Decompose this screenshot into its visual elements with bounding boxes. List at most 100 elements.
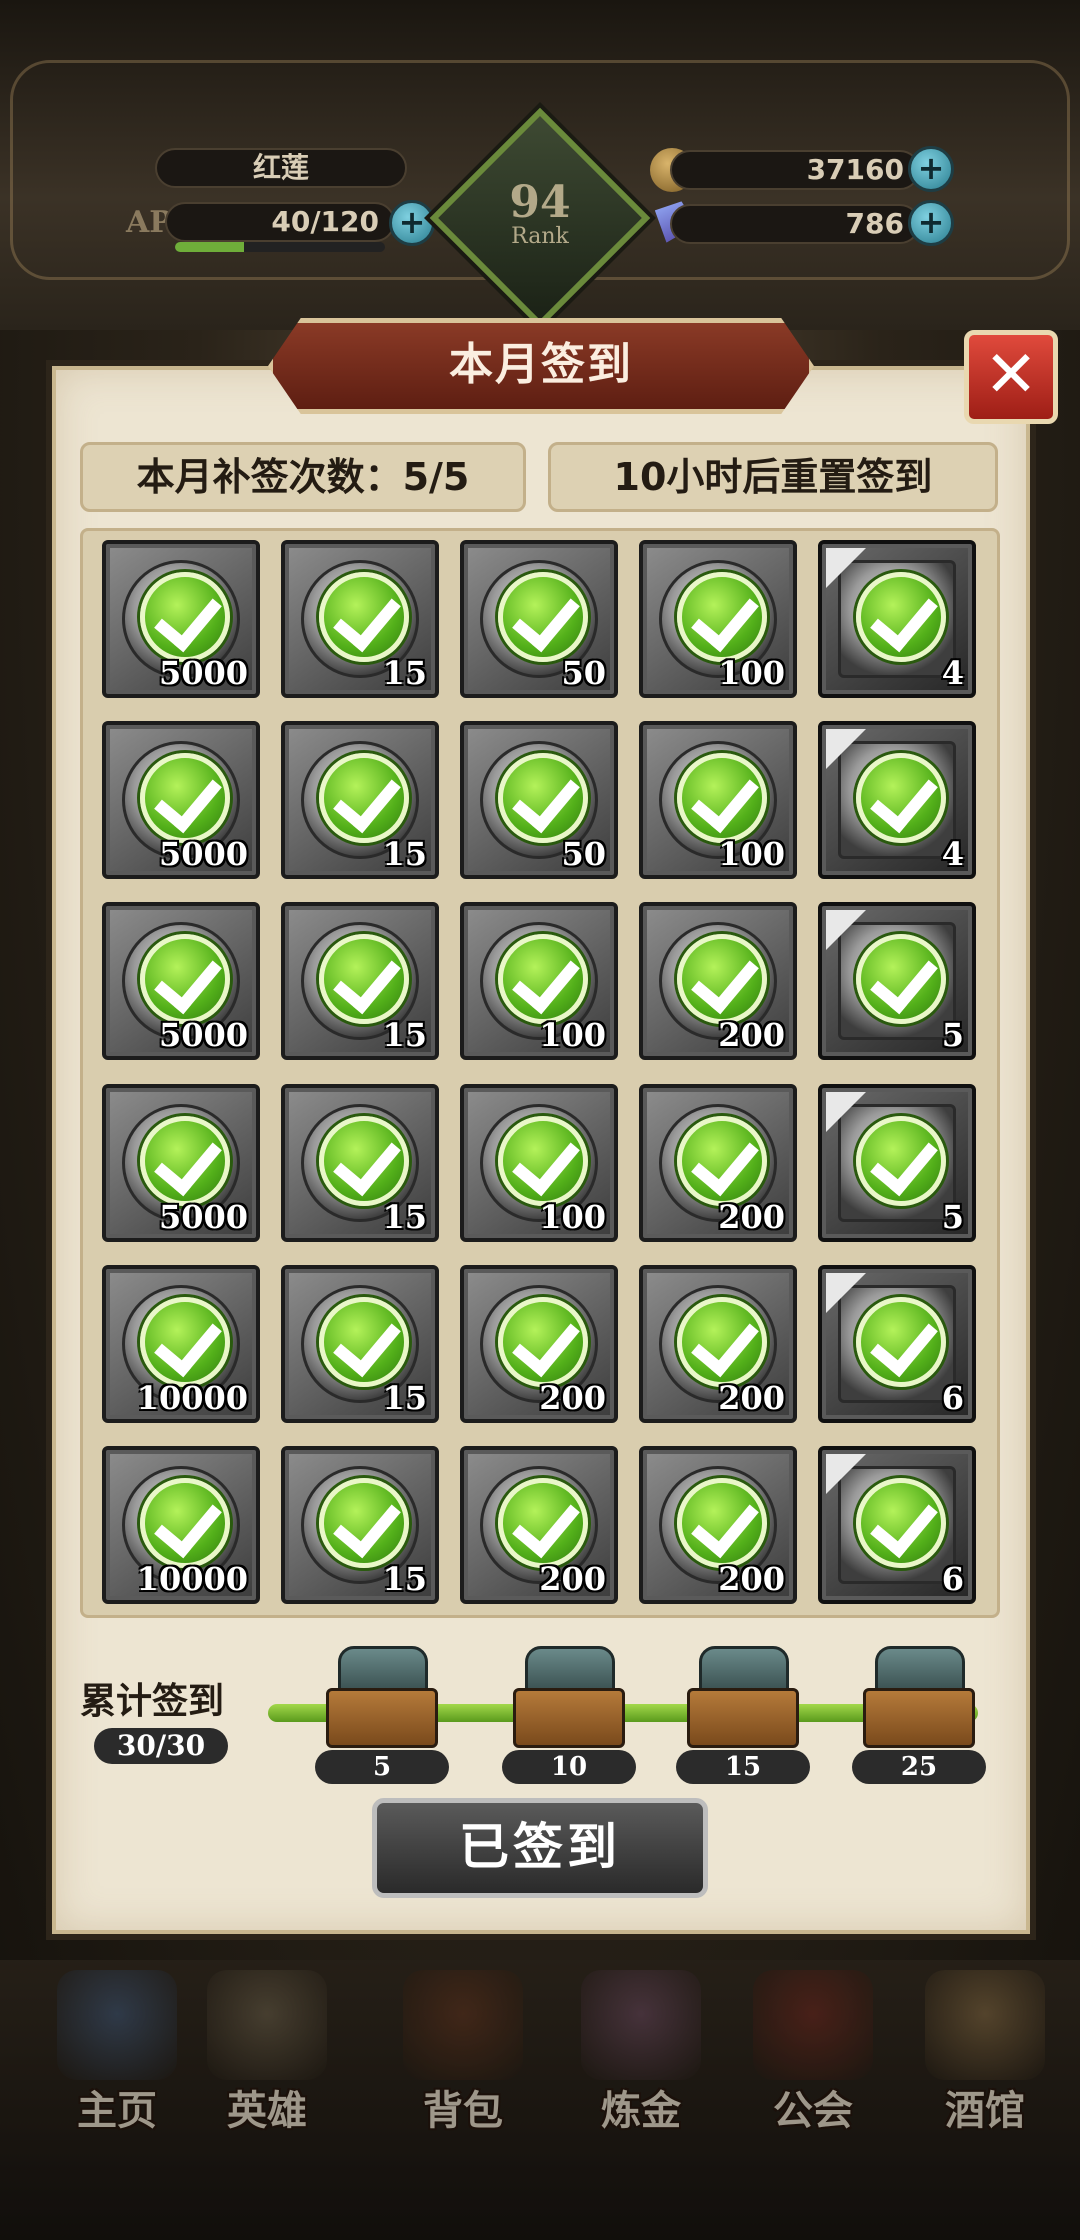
reset-timer-box: 10小时后重置签到 bbox=[548, 442, 998, 512]
reward-quantity: 100 bbox=[539, 1016, 606, 1054]
reward-cell[interactable]: 200 bbox=[639, 1084, 797, 1242]
checkmark-icon bbox=[677, 934, 767, 1024]
reward-quantity: 6 bbox=[941, 1379, 964, 1417]
reward-quantity: 5000 bbox=[158, 835, 248, 873]
reward-quantity: 15 bbox=[382, 1198, 427, 1236]
reward-quantity: 5000 bbox=[158, 1016, 248, 1054]
reward-quantity: 15 bbox=[382, 835, 427, 873]
chest-lid bbox=[875, 1646, 965, 1694]
checkmark-icon bbox=[140, 753, 230, 843]
reward-cell[interactable]: 200 bbox=[639, 1446, 797, 1604]
reward-quantity: 50 bbox=[561, 835, 606, 873]
reward-quantity: 5000 bbox=[158, 1198, 248, 1236]
reward-cell-fragment[interactable]: 5 bbox=[818, 1084, 976, 1242]
chest-body bbox=[326, 1688, 438, 1748]
checkmark-icon bbox=[498, 934, 588, 1024]
checkmark-icon bbox=[140, 934, 230, 1024]
reward-cell[interactable]: 5000 bbox=[102, 540, 260, 698]
reward-quantity: 5 bbox=[941, 1016, 964, 1054]
reward-cell[interactable]: 5000 bbox=[102, 902, 260, 1060]
reward-cell[interactable]: 200 bbox=[460, 1265, 618, 1423]
reward-cell[interactable]: 100 bbox=[460, 902, 618, 1060]
chest-body bbox=[513, 1688, 625, 1748]
reward-quantity: 100 bbox=[539, 1198, 606, 1236]
reward-quantity: 5 bbox=[941, 1198, 964, 1236]
modal-dim-overlay bbox=[0, 1960, 1080, 2240]
reward-cell[interactable]: 100 bbox=[639, 721, 797, 879]
checkmark-icon bbox=[319, 934, 409, 1024]
reward-cell[interactable]: 15 bbox=[281, 902, 439, 1060]
reward-cell[interactable]: 15 bbox=[281, 721, 439, 879]
reward-cell-fragment[interactable]: 4 bbox=[818, 721, 976, 879]
rank-number: 94 bbox=[509, 177, 571, 228]
reward-cell[interactable]: 5000 bbox=[102, 1084, 260, 1242]
reward-cell[interactable]: 15 bbox=[281, 540, 439, 698]
reward-cell[interactable]: 200 bbox=[639, 1265, 797, 1423]
reward-cell[interactable]: 200 bbox=[639, 902, 797, 1060]
chest-lid bbox=[338, 1646, 428, 1694]
reward-quantity: 4 bbox=[941, 835, 964, 873]
ap-bar bbox=[175, 242, 385, 252]
rank-text: 94 Rank bbox=[462, 180, 618, 248]
checkmark-icon bbox=[319, 1478, 409, 1568]
treasure-chest-icon[interactable] bbox=[326, 1646, 438, 1748]
reward-cell[interactable]: 50 bbox=[460, 721, 618, 879]
gold-value: 37160 bbox=[806, 153, 904, 186]
milestone-label: 25 bbox=[852, 1750, 986, 1784]
reward-quantity: 5000 bbox=[158, 654, 248, 692]
dialog-title: 本月签到 bbox=[268, 318, 814, 414]
close-button[interactable]: ✕ bbox=[964, 330, 1058, 424]
reward-cell[interactable]: 15 bbox=[281, 1446, 439, 1604]
checkmark-icon bbox=[140, 1297, 230, 1387]
treasure-chest-icon[interactable] bbox=[513, 1646, 625, 1748]
reward-cell[interactable]: 100 bbox=[639, 540, 797, 698]
reward-cell-fragment[interactable]: 5 bbox=[818, 902, 976, 1060]
ap-bar-fill bbox=[175, 242, 245, 252]
reward-quantity: 200 bbox=[718, 1016, 785, 1054]
makeup-count-text: 本月补签次数：5/5 bbox=[136, 455, 470, 499]
reward-quantity: 200 bbox=[539, 1379, 606, 1417]
cumulative-count: 30/30 bbox=[94, 1728, 228, 1764]
signed-button[interactable]: 已签到 bbox=[372, 1798, 708, 1898]
treasure-chest-icon[interactable] bbox=[863, 1646, 975, 1748]
checkmark-icon bbox=[856, 1478, 946, 1568]
checkmark-icon bbox=[498, 753, 588, 843]
reset-timer-text: 10小时后重置签到 bbox=[613, 455, 933, 499]
chest-lid bbox=[525, 1646, 615, 1694]
reward-quantity: 15 bbox=[382, 1016, 427, 1054]
reward-cell[interactable]: 10000 bbox=[102, 1446, 260, 1604]
reward-cell[interactable]: 100 bbox=[460, 1084, 618, 1242]
gold-plus-button[interactable]: + bbox=[908, 146, 954, 192]
checkmark-icon bbox=[319, 1116, 409, 1206]
reward-cell-fragment[interactable]: 6 bbox=[818, 1265, 976, 1423]
reward-cell[interactable]: 50 bbox=[460, 540, 618, 698]
gold-field: 37160 bbox=[670, 150, 920, 190]
reward-cell[interactable]: 5000 bbox=[102, 721, 260, 879]
chest-body bbox=[863, 1688, 975, 1748]
reward-cell-fragment[interactable]: 4 bbox=[818, 540, 976, 698]
reward-quantity: 100 bbox=[718, 835, 785, 873]
reward-cell-fragment[interactable]: 6 bbox=[818, 1446, 976, 1604]
reward-cell[interactable]: 15 bbox=[281, 1265, 439, 1423]
player-name-field: 红莲 bbox=[155, 148, 407, 188]
checkmark-icon bbox=[319, 753, 409, 843]
treasure-chest-icon[interactable] bbox=[687, 1646, 799, 1748]
checkmark-icon bbox=[856, 1297, 946, 1387]
reward-cell[interactable]: 15 bbox=[281, 1084, 439, 1242]
reward-quantity: 200 bbox=[718, 1198, 785, 1236]
checkmark-icon bbox=[140, 1116, 230, 1206]
gem-value: 786 bbox=[845, 207, 904, 240]
player-name: 红莲 bbox=[252, 151, 309, 184]
reward-cell[interactable]: 200 bbox=[460, 1446, 618, 1604]
checkmark-icon bbox=[677, 1297, 767, 1387]
checkmark-icon bbox=[856, 572, 946, 662]
gem-plus-button[interactable]: + bbox=[908, 200, 954, 246]
reward-quantity: 50 bbox=[561, 654, 606, 692]
ap-value: 40/120 bbox=[271, 205, 379, 238]
reward-cell[interactable]: 10000 bbox=[102, 1265, 260, 1423]
reward-quantity: 4 bbox=[941, 654, 964, 692]
reward-quantity: 15 bbox=[382, 1560, 427, 1598]
ap-field: 40/120 bbox=[165, 202, 395, 242]
ap-plus-button[interactable]: + bbox=[389, 200, 435, 246]
checkmark-icon bbox=[319, 572, 409, 662]
